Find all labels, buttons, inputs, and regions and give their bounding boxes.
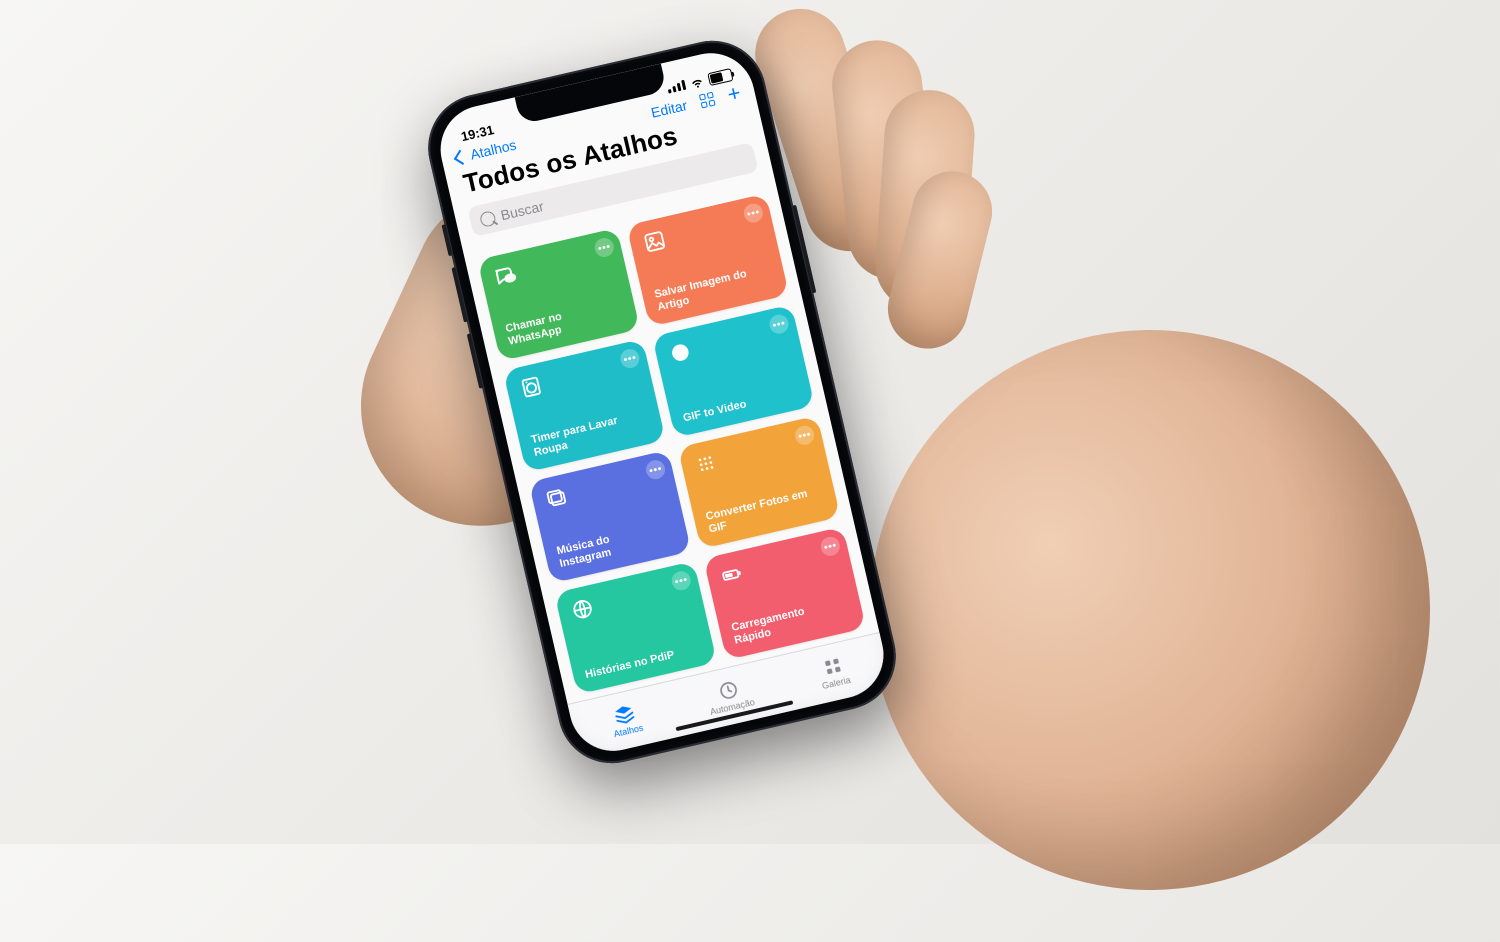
shortcut-tile[interactable]: ••• Chamar no WhatsApp <box>477 228 640 362</box>
wifi-icon <box>689 74 706 91</box>
chat-bubbles-icon <box>491 262 520 291</box>
search-placeholder: Buscar <box>499 198 545 223</box>
tile-more-button[interactable]: ••• <box>644 458 667 481</box>
stack-icon <box>612 702 638 726</box>
shortcut-tile[interactable]: ••• Timer para Lavar Roupa <box>503 339 666 473</box>
play-circle-icon <box>666 338 695 367</box>
tile-label: Histórias no PdiP <box>584 645 691 682</box>
clock-icon <box>717 678 741 702</box>
globe-icon <box>568 595 597 624</box>
washer-icon <box>517 373 546 402</box>
tile-more-button[interactable]: ••• <box>619 347 642 370</box>
shortcut-tile[interactable]: ••• Música do Instagram <box>529 450 692 584</box>
tile-more-button[interactable]: ••• <box>593 236 616 259</box>
image-frame-icon <box>640 227 669 256</box>
phone-screen: 19:31 Atalhos Editar + To <box>432 44 892 759</box>
tile-more-button[interactable]: ••• <box>793 424 816 447</box>
tile-label: Converter Fotos em GIF <box>705 487 815 537</box>
phone-device: 19:31 Atalhos Editar + To <box>417 30 906 774</box>
tile-label: GIF to Video <box>682 389 789 426</box>
tile-more-button[interactable]: ••• <box>742 202 765 225</box>
search-icon <box>479 209 497 227</box>
tile-more-button[interactable]: ••• <box>768 313 791 336</box>
battery-icon <box>707 68 733 86</box>
status-time: 19:31 <box>459 122 495 144</box>
cellular-signal-icon <box>667 80 687 94</box>
tile-label: Chamar no WhatsApp <box>504 299 614 349</box>
shortcut-tile[interactable]: ••• GIF to Video <box>652 304 815 438</box>
tiles-icon <box>821 654 845 678</box>
tile-label: Salvar Imagem do Artigo <box>653 265 763 315</box>
tile-label: Música do Instagram <box>555 521 665 571</box>
shortcut-tile[interactable]: ••• Salvar Imagem do Artigo <box>626 193 789 327</box>
shortcut-tile[interactable]: ••• Converter Fotos em GIF <box>678 415 841 549</box>
grid-icon <box>692 449 721 478</box>
shortcuts-scroll-area[interactable]: •••Chamar no WhatsApp•••Salvar Imagem do… <box>466 191 880 705</box>
tile-more-button[interactable]: ••• <box>819 535 842 558</box>
tile-more-button[interactable]: ••• <box>670 569 693 592</box>
tile-label: Timer para Lavar Roupa <box>530 410 640 460</box>
tile-label: Carregamento Rápido <box>730 598 840 648</box>
battery-icon <box>717 560 746 589</box>
photo-stack-icon <box>543 484 572 513</box>
